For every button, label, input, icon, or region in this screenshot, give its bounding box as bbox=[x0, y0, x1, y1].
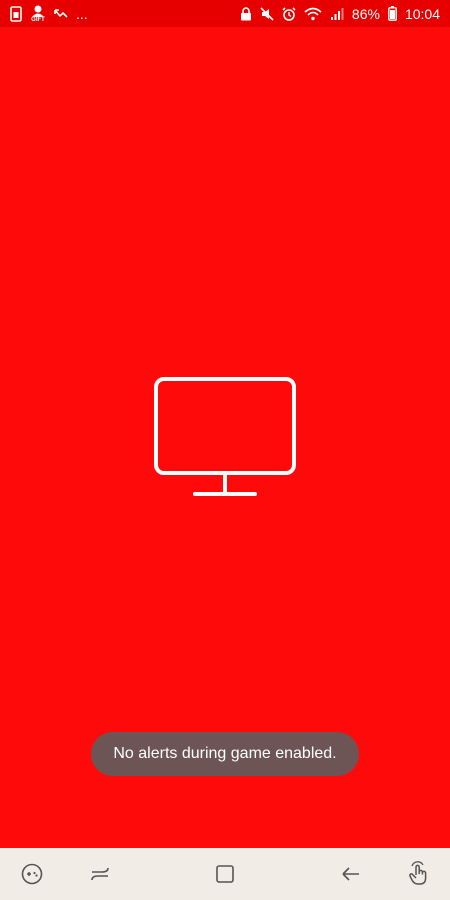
back-icon bbox=[342, 867, 359, 881]
clock-time: 10:04 bbox=[404, 5, 440, 22]
game-tools-icon bbox=[21, 863, 43, 885]
signal-icon bbox=[330, 7, 344, 21]
touch-lock-icon bbox=[409, 861, 427, 885]
recent-apps-button[interactable] bbox=[84, 858, 116, 890]
alarm-icon bbox=[282, 6, 296, 21]
wifi-icon bbox=[304, 7, 322, 21]
monitor-icon bbox=[154, 377, 296, 496]
toast-message: No alerts during game enabled. bbox=[91, 732, 359, 776]
sim-card-icon bbox=[10, 5, 22, 22]
more-notifications-indicator: ... bbox=[76, 5, 88, 22]
home-button[interactable] bbox=[209, 858, 241, 890]
mute-icon bbox=[260, 6, 274, 21]
back-button[interactable] bbox=[335, 858, 367, 890]
battery-percent: 86% bbox=[351, 5, 380, 22]
touch-lock-button[interactable] bbox=[403, 858, 435, 890]
game-screen bbox=[0, 27, 450, 848]
game-tools-button[interactable] bbox=[16, 858, 48, 890]
battery-icon bbox=[388, 6, 397, 21]
toast-text: No alerts during game enabled. bbox=[113, 745, 337, 762]
recent-apps-icon bbox=[91, 867, 109, 881]
home-icon bbox=[216, 865, 234, 883]
missed-call-icon bbox=[54, 8, 68, 20]
status-bar-right: 86% 10:04 bbox=[240, 6, 440, 21]
status-bar: GIFT ... 86% 10:04 bbox=[0, 0, 450, 27]
gift-label: GIFT bbox=[31, 16, 45, 23]
gift-notification-icon: GIFT bbox=[30, 5, 46, 23]
lock-icon bbox=[240, 6, 252, 21]
status-bar-left: GIFT ... bbox=[10, 5, 88, 23]
navigation-bar bbox=[0, 848, 450, 900]
